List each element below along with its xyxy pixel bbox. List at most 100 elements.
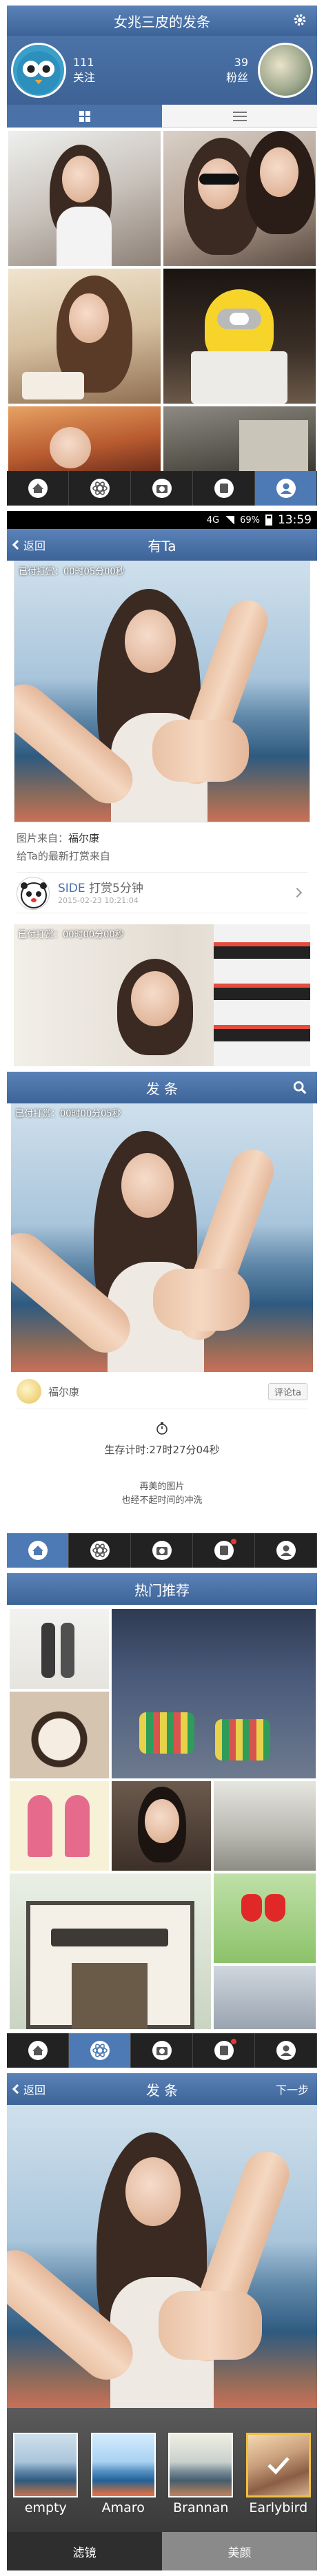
filter-strip: empty Amaro Brannan Earlybird <box>7 2408 317 2532</box>
hot-photo[interactable] <box>214 1781 316 1871</box>
post-user-name[interactable]: 福尔康 <box>48 1384 79 1399</box>
filter-option[interactable]: empty <box>11 2433 80 2532</box>
timer-text: 生存计时:27时27分04秒 <box>104 1444 220 1456</box>
profile-banner: 111 关注 39 粉丝 <box>7 36 317 105</box>
search-icon[interactable] <box>292 1080 307 1095</box>
clock: 13:59 <box>278 513 312 527</box>
source-label: 图片来自： <box>17 832 69 844</box>
secondary-avatar[interactable] <box>258 43 313 98</box>
post-header: 发 条 <box>7 1072 317 1103</box>
post-user-avatar[interactable] <box>17 1379 41 1404</box>
tab-filter[interactable]: 滤镜 <box>7 2532 162 2570</box>
signal-icon <box>225 516 235 524</box>
detail-header: 返回 有Ta <box>7 529 317 561</box>
caption-line-2: 也经不起时间的冲洗 <box>121 1495 203 1506</box>
grid-photo[interactable] <box>163 131 316 266</box>
bottom-nav <box>7 2033 317 2068</box>
chevron-right-icon[interactable] <box>292 887 303 898</box>
photo-info: 图片来自：福尔康 给Ta的最新打赏来自 <box>7 822 317 872</box>
nav-home[interactable] <box>7 2033 69 2068</box>
filter-label: Earlybird <box>249 2500 308 2515</box>
tip-time: 2015-02-23 10:21:04 <box>58 896 139 905</box>
grid-photo[interactable] <box>163 269 316 404</box>
filter-label: empty <box>24 2500 67 2515</box>
post-user-row: 福尔康 评论ta <box>17 1372 307 1409</box>
post-overlay: 已付打赏：00时00分05秒 <box>15 1109 121 1119</box>
nav-messages[interactable] <box>193 1533 255 1568</box>
filter-option[interactable]: Brannan <box>166 2433 235 2532</box>
list-view-tab[interactable] <box>162 105 317 127</box>
next-step-button[interactable]: 下一步 <box>276 2081 309 2097</box>
gear-icon[interactable] <box>292 12 307 28</box>
hot-photo[interactable] <box>214 1966 316 2029</box>
atom-icon <box>90 1541 110 1560</box>
nav-messages[interactable] <box>193 471 255 506</box>
hot-photo[interactable] <box>10 1781 109 1871</box>
filter-option-selected[interactable]: Earlybird <box>244 2433 313 2532</box>
bottom-nav <box>7 1533 317 1568</box>
tip-record[interactable]: SIDE 打赏5分钟 2015-02-23 10:21:04 <box>17 872 307 913</box>
back-button[interactable]: 返回 <box>12 537 45 553</box>
detail-photo[interactable]: 已付打赏：00时05分00秒 <box>14 561 310 822</box>
filter-thumbnail <box>245 2433 311 2497</box>
status-bar: 4G 69% 13:59 <box>7 511 317 529</box>
message-icon <box>214 479 234 498</box>
grid-view-tab[interactable] <box>7 105 162 127</box>
network-indicator: 4G <box>206 515 220 526</box>
survival-timer: 生存计时:27时27分04秒 <box>7 1422 317 1457</box>
tipper-name[interactable]: SIDE <box>58 882 85 895</box>
hot-photo[interactable] <box>10 1873 211 2029</box>
back-button[interactable]: 返回 <box>12 2081 45 2097</box>
comment-button[interactable]: 评论ta <box>267 1383 307 1400</box>
grid-photo[interactable] <box>8 131 161 266</box>
camera-icon <box>152 2041 172 2060</box>
post-photo[interactable]: 已付打赏：00时00分05秒 <box>11 1103 313 1372</box>
notification-dot <box>231 2039 236 2044</box>
nav-camera[interactable] <box>131 471 193 506</box>
nav-profile[interactable] <box>255 2033 317 2068</box>
nav-discover[interactable] <box>69 2033 131 2068</box>
hot-photo[interactable] <box>214 1873 316 1963</box>
hot-photo[interactable] <box>112 1781 211 1871</box>
user-icon <box>276 2041 296 2060</box>
chevron-left-icon <box>12 539 23 550</box>
nav-discover[interactable] <box>69 471 131 506</box>
hot-header: 热门推荐 <box>7 1573 317 1605</box>
nav-messages[interactable] <box>193 2033 255 2068</box>
camera-icon <box>152 479 172 498</box>
source-user[interactable]: 福尔康 <box>68 832 99 844</box>
following-label[interactable]: 关注 <box>73 70 95 85</box>
nav-discover[interactable] <box>69 1533 131 1568</box>
avatar[interactable] <box>11 43 66 98</box>
nav-camera[interactable] <box>131 1533 193 1568</box>
following-count: 111 <box>73 56 94 69</box>
hot-photo[interactable] <box>112 1609 316 1778</box>
hot-photo[interactable] <box>10 1692 109 1778</box>
followers-count: 39 <box>234 56 248 69</box>
nav-home[interactable] <box>7 1533 69 1568</box>
second-timer-overlay: 已付打赏：00时00分00秒 <box>18 930 124 940</box>
grid-photo[interactable] <box>163 406 316 471</box>
checkmark-icon <box>267 2457 290 2475</box>
grid-photo[interactable] <box>8 269 161 404</box>
followers-label[interactable]: 粉丝 <box>226 70 248 85</box>
filter-option[interactable]: Amaro <box>89 2433 158 2532</box>
nav-profile[interactable] <box>255 471 317 506</box>
tip-action: 打赏5分钟 <box>89 882 143 895</box>
home-icon <box>28 479 48 498</box>
next-photo-preview[interactable]: 已付打赏：00时00分00秒 <box>14 924 310 1066</box>
grid-photo[interactable] <box>8 406 161 471</box>
nav-home[interactable] <box>7 471 69 506</box>
nav-profile[interactable] <box>255 1533 317 1568</box>
tab-beauty[interactable]: 美颜 <box>162 2532 317 2570</box>
home-icon <box>28 2041 48 2060</box>
poster-image <box>214 924 310 1066</box>
tipper-avatar[interactable] <box>17 877 50 910</box>
view-toggle <box>7 105 317 128</box>
profile-header: 女兆三皮的发条 <box>7 6 317 36</box>
tip-timer-overlay: 已付打赏：00时05分00秒 <box>19 567 125 577</box>
hot-photo[interactable] <box>10 1609 109 1689</box>
nav-camera[interactable] <box>131 2033 193 2068</box>
filter-label: Brannan <box>173 2500 229 2515</box>
home-icon <box>28 1541 48 1560</box>
